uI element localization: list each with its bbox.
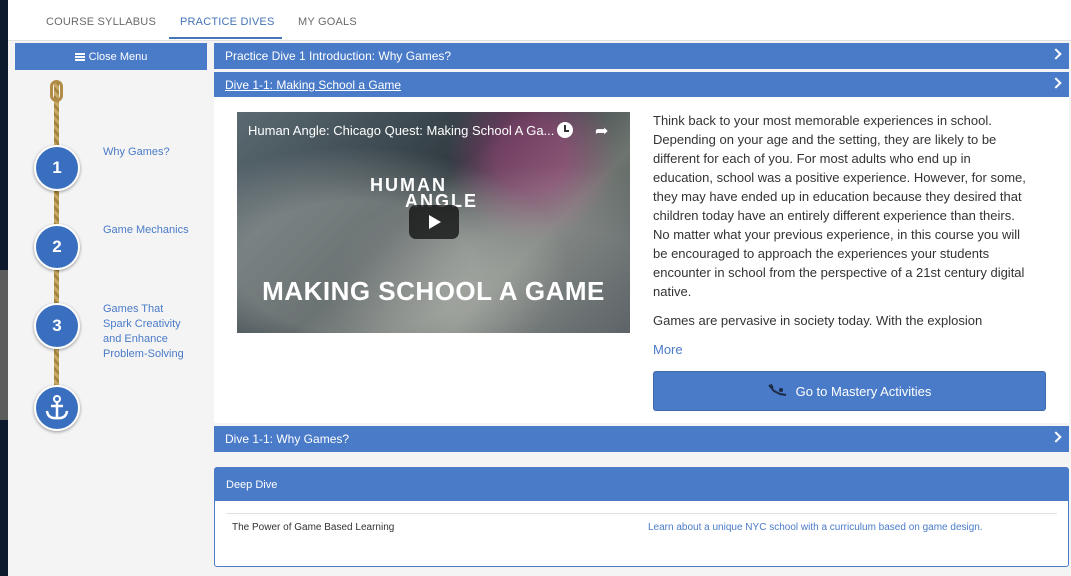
- chevron-right-icon: [1050, 431, 1062, 443]
- chevron-right-icon: [1050, 77, 1062, 89]
- menu-icon: [74, 52, 85, 61]
- deep-dive-item-name: The Power of Game Based Learning: [232, 522, 395, 533]
- table-row: The Power of Game Based Learning Learn a…: [226, 513, 1057, 533]
- step-1-circle[interactable]: 1: [34, 145, 80, 191]
- diver-icon: [767, 383, 786, 396]
- accordion-dive-1-1-why-games[interactable]: Dive 1-1: Why Games?: [214, 426, 1069, 452]
- active-tab-indicator: [169, 37, 282, 39]
- watch-later-icon[interactable]: [557, 122, 573, 138]
- sidebar-item-game-mechanics[interactable]: Game Mechanics: [103, 223, 213, 238]
- video-headline: MAKING SCHOOL A GAME: [262, 276, 605, 306]
- tab-practice-dives[interactable]: PRACTICE DIVES: [180, 16, 275, 28]
- video-player[interactable]: Human Angle: Chicago Quest: Making Schoo…: [237, 112, 630, 333]
- top-nav: COURSE SYLLABUS PRACTICE DIVES MY GOALS: [8, 0, 1071, 41]
- chevron-right-icon: [1050, 48, 1062, 60]
- accordion-intro-label: Practice Dive 1 Introduction: Why Games?: [225, 49, 452, 63]
- deep-dive-title: Deep Dive: [226, 478, 278, 491]
- accordion-dive-1-1-label: Dive 1-1: Making School a Game: [225, 78, 402, 92]
- step-3-circle[interactable]: 3: [34, 303, 80, 349]
- paragraph-2: Games are pervasive in society today. Wi…: [653, 313, 983, 328]
- dive-description: Think back to your most memorable experi…: [653, 111, 1033, 340]
- sidebar-item-games-creativity[interactable]: Games That Spark Creativity and Enhance …: [103, 302, 193, 362]
- deep-dive-item-link[interactable]: Learn about a unique NYC school with a c…: [648, 522, 983, 533]
- play-icon[interactable]: [409, 205, 459, 239]
- step-2-circle[interactable]: 2: [34, 224, 80, 270]
- mastery-activities-button[interactable]: Go to Mastery Activities: [653, 371, 1046, 411]
- close-menu-label: Close Menu: [88, 50, 148, 63]
- share-icon[interactable]: ➦: [595, 121, 608, 141]
- tab-my-goals[interactable]: MY GOALS: [298, 16, 357, 28]
- paragraph-1: Think back to your most memorable experi…: [653, 113, 1026, 299]
- rope-knot-icon: [50, 80, 63, 102]
- close-menu-button[interactable]: Close Menu: [15, 43, 207, 70]
- deep-dive-header: Deep Dive: [215, 468, 1068, 501]
- page: COURSE SYLLABUS PRACTICE DIVES MY GOALS …: [8, 0, 1071, 576]
- video-title[interactable]: Human Angle: Chicago Quest: Making Schoo…: [248, 123, 554, 138]
- tab-course-syllabus[interactable]: COURSE SYLLABUS: [46, 16, 156, 28]
- step-number: 1: [52, 158, 62, 177]
- step-number: 3: [52, 316, 62, 335]
- sidebar-item-why-games[interactable]: Why Games?: [103, 145, 213, 160]
- dive-content-panel: Human Angle: Chicago Quest: Making Schoo…: [214, 97, 1069, 423]
- mastery-button-label: Go to Mastery Activities: [795, 383, 932, 399]
- accordion-intro[interactable]: Practice Dive 1 Introduction: Why Games?: [214, 43, 1069, 69]
- accordion-dive-1-1[interactable]: Dive 1-1: Making School a Game: [214, 72, 1069, 98]
- more-link[interactable]: More: [653, 342, 683, 357]
- accordion-why-games-label: Dive 1-1: Why Games?: [225, 432, 350, 446]
- anchor-icon[interactable]: [34, 385, 80, 431]
- deep-dive-panel: Deep Dive The Power of Game Based Learni…: [214, 467, 1069, 567]
- step-number: 2: [52, 237, 62, 256]
